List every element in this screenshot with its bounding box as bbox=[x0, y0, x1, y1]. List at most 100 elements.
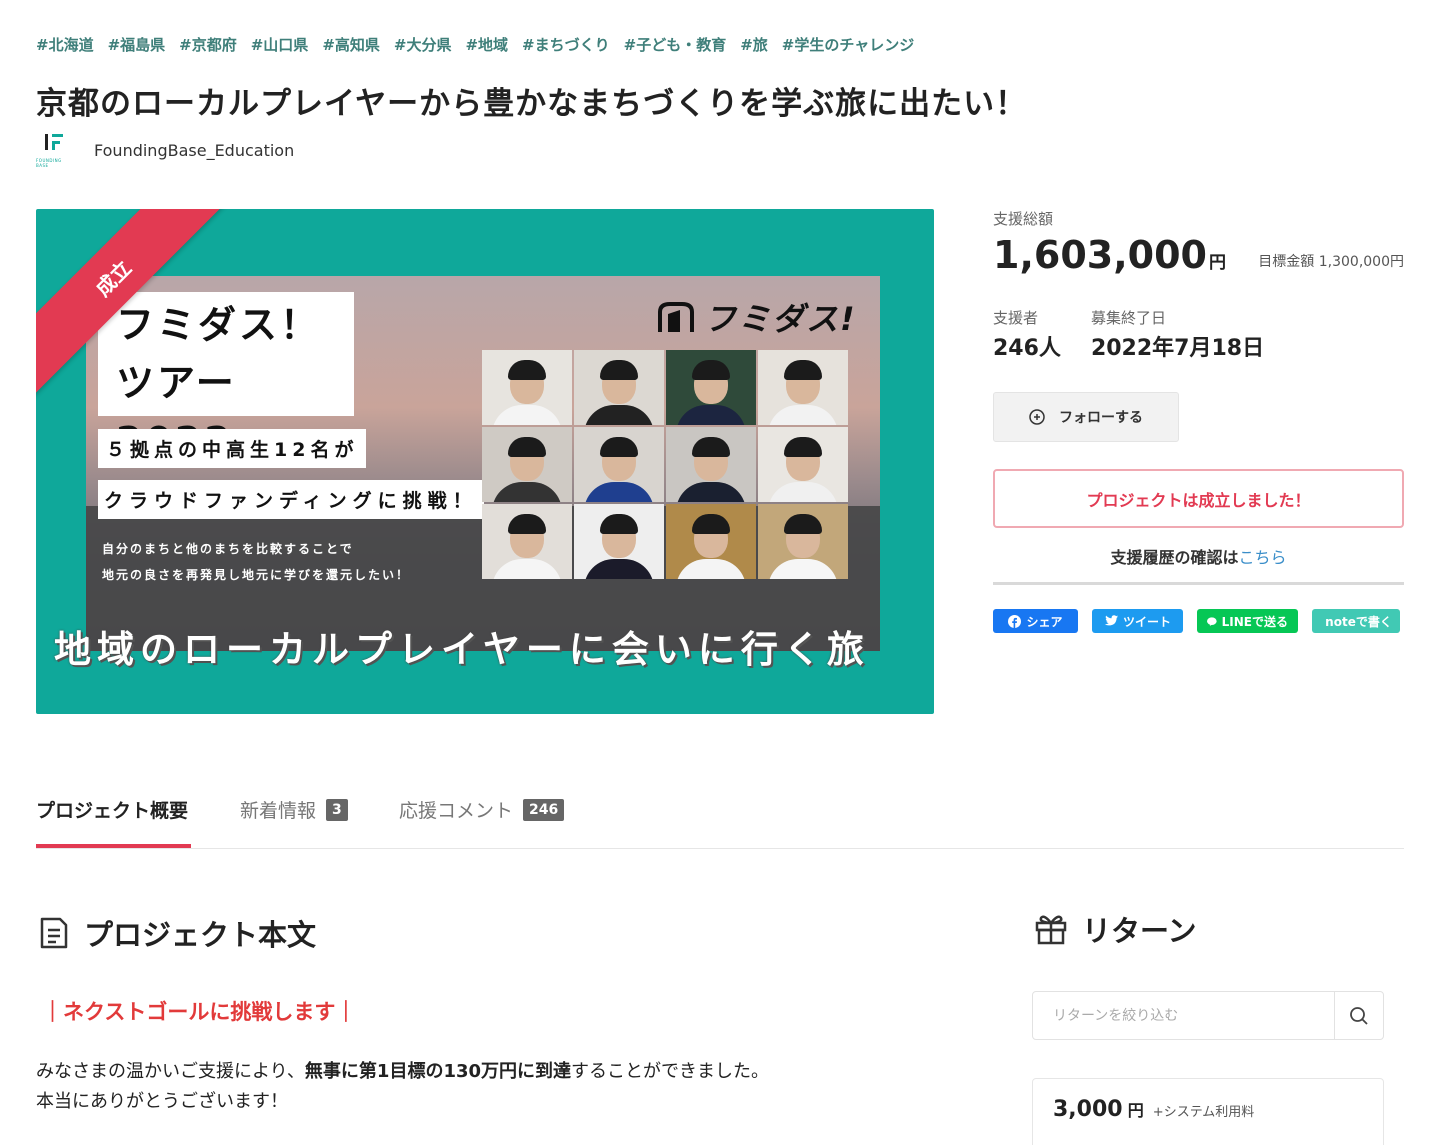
owner-info[interactable]: FOUNDING BASE FoundingBase_Education bbox=[36, 130, 294, 170]
student-photo bbox=[758, 350, 848, 425]
door-icon bbox=[658, 302, 694, 332]
student-photo bbox=[758, 427, 848, 502]
hero-sub-card-1: ５拠点の中高生12名が bbox=[98, 429, 367, 468]
hero-small-text-1: 自分のまちと他のまちを比較することで bbox=[102, 542, 354, 556]
student-photo bbox=[666, 504, 756, 579]
student-photo bbox=[482, 427, 572, 502]
plus-circle-icon bbox=[1029, 409, 1045, 425]
share-buttons: シェア ツイート LINEで送る noteで書く bbox=[993, 609, 1404, 633]
body-line1-post: することができました。 bbox=[571, 1061, 770, 1082]
tab-news-label: 新着情報 bbox=[240, 800, 317, 822]
supporters-label: 支援者 bbox=[993, 309, 1039, 327]
twitter-icon bbox=[1104, 615, 1118, 626]
project-main-image: 成立 フミダス！ ツアー2022 ５拠点の中高生12名が クラウドファンディング… bbox=[36, 209, 934, 714]
student-photo bbox=[666, 427, 756, 502]
tab-overview[interactable]: プロジェクト概要 bbox=[36, 796, 188, 823]
total-label: 支援総額 bbox=[993, 210, 1054, 228]
returns-search bbox=[1032, 991, 1384, 1040]
total-amount: 1,603,000 bbox=[993, 233, 1207, 277]
tab-news[interactable]: 新着情報 3 bbox=[240, 796, 348, 823]
owner-logo-icon bbox=[45, 134, 63, 150]
comments-count-badge: 246 bbox=[523, 798, 565, 821]
owner-logo[interactable]: FOUNDING BASE bbox=[36, 130, 72, 170]
owner-logo-text: FOUNDING BASE bbox=[36, 158, 62, 168]
facebook-share-button[interactable]: シェア bbox=[993, 609, 1078, 633]
project-stats-panel: 支援総額 1,603,000 円 目標金額 1,300,000円 支援者 246人… bbox=[993, 208, 1404, 633]
fumidasu-logo: フミダス! bbox=[656, 294, 857, 340]
goal-amount: 目標金額 1,300,000円 bbox=[1258, 254, 1404, 270]
history-link[interactable]: こちら bbox=[1239, 548, 1287, 567]
facebook-share-label: シェア bbox=[1026, 614, 1063, 629]
hero-tour-card: フミダス！ ツアー2022 bbox=[98, 292, 354, 463]
tag-link[interactable]: #学生のチャレンジ bbox=[782, 34, 914, 55]
hero-banner-text: 地域のローカルプレイヤーに会いに行く旅 bbox=[54, 628, 870, 671]
student-photo bbox=[758, 504, 848, 579]
student-photo bbox=[574, 427, 664, 502]
tag-link[interactable]: #子ども・教育 bbox=[624, 34, 727, 55]
project-tabs: プロジェクト概要 新着情報 3 応援コメント 246 bbox=[36, 780, 1404, 849]
project-title: 京都のローカルプレイヤーから豊かなまちづくりを学ぶ旅に出たい！ bbox=[36, 86, 1028, 122]
tab-overview-label: プロジェクト概要 bbox=[36, 800, 189, 822]
supporters-value: 246人 bbox=[993, 336, 1061, 361]
tag-list: #北海道 #福島県 #京都府 #山口県 #高知県 #大分県 #地域 #まちづくり… bbox=[36, 34, 914, 55]
twitter-share-button[interactable]: ツイート bbox=[1092, 609, 1183, 633]
line-icon bbox=[1207, 616, 1217, 626]
search-icon bbox=[1350, 1006, 1368, 1025]
note-share-label: noteで書く bbox=[1325, 614, 1392, 629]
student-photo bbox=[482, 350, 572, 425]
fumidasu-logo-text: フミダス! bbox=[704, 300, 857, 338]
tag-link[interactable]: #北海道 bbox=[36, 34, 94, 55]
returns-title: リターン bbox=[1082, 914, 1197, 948]
owner-name[interactable]: FoundingBase_Education bbox=[94, 141, 294, 160]
deadline-stat: 募集終了日 2022年7月18日 bbox=[1091, 307, 1264, 362]
student-photo bbox=[574, 504, 664, 579]
return-card[interactable]: 3,000 円 +システム利用料 bbox=[1032, 1078, 1384, 1145]
tab-comments[interactable]: 応援コメント 246 bbox=[399, 796, 565, 823]
tab-comments-label: 応援コメント bbox=[399, 800, 514, 822]
return-fee: +システム利用料 bbox=[1152, 1105, 1255, 1120]
gift-icon bbox=[1035, 915, 1067, 945]
document-icon bbox=[40, 917, 68, 949]
search-button[interactable] bbox=[1334, 992, 1383, 1039]
student-photo bbox=[666, 350, 756, 425]
returns-heading: リターン bbox=[1034, 908, 1197, 950]
note-share-button[interactable]: noteで書く bbox=[1312, 609, 1400, 633]
active-tab-indicator bbox=[36, 844, 191, 848]
hero-photo-area: フミダス！ ツアー2022 ５拠点の中高生12名が クラウドファンディングに挑戦… bbox=[86, 276, 880, 651]
hero-card-line1: フミダス！ bbox=[116, 303, 322, 347]
tag-link[interactable]: #高知県 bbox=[322, 34, 380, 55]
return-price: 3,000 bbox=[1053, 1097, 1123, 1122]
history-text: 支援履歴の確認は bbox=[1110, 548, 1239, 567]
deadline-value: 2022年7月18日 bbox=[1090, 336, 1265, 361]
hero-sub-card-2: クラウドファンディングに挑戦！ bbox=[98, 480, 484, 519]
body-line1-pre: みなさまの温かいご支援により、 bbox=[36, 1061, 305, 1082]
total-currency: 円 bbox=[1208, 253, 1226, 273]
project-body-text: みなさまの温かいご支援により、無事に第1目標の130万円に到達することができまし… bbox=[36, 1057, 769, 1117]
next-goal-heading: ｜ネクストゴールに挑戦します｜ bbox=[42, 1000, 357, 1024]
line-share-button[interactable]: LINEで送る bbox=[1197, 609, 1298, 633]
student-photo-grid bbox=[482, 350, 850, 582]
tag-link[interactable]: #旅 bbox=[740, 34, 768, 55]
project-body-title: プロジェクト本文 bbox=[84, 918, 317, 952]
tag-link[interactable]: #山口県 bbox=[251, 34, 309, 55]
follow-button[interactable]: フォローする bbox=[993, 392, 1179, 442]
line-share-label: LINEで送る bbox=[1221, 614, 1288, 629]
twitter-share-label: ツイート bbox=[1122, 614, 1171, 629]
supporters-stat: 支援者 246人 bbox=[993, 307, 1061, 362]
body-line2: 本当にありがとうございます！ bbox=[36, 1091, 288, 1112]
hero-small-text-2: 地元の良さを再発見し地元に学びを還元したい！ bbox=[102, 568, 411, 582]
student-photo bbox=[574, 350, 664, 425]
tag-link[interactable]: #まちづくり bbox=[522, 34, 610, 55]
returns-search-input[interactable] bbox=[1033, 992, 1334, 1039]
follow-label: フォローする bbox=[1059, 410, 1143, 426]
tag-link[interactable]: #地域 bbox=[465, 34, 508, 55]
success-message: プロジェクトは成立しました！ bbox=[993, 469, 1404, 528]
return-currency: 円 bbox=[1127, 1101, 1144, 1120]
tag-link[interactable]: #京都府 bbox=[179, 34, 237, 55]
facebook-icon bbox=[1008, 614, 1022, 628]
tag-link[interactable]: #福島県 bbox=[108, 34, 166, 55]
project-body-heading: プロジェクト本文 bbox=[38, 912, 316, 954]
student-photo bbox=[482, 504, 572, 579]
tag-link[interactable]: #大分県 bbox=[394, 34, 452, 55]
body-line1-bold: 無事に第1目標の130万円に到達 bbox=[304, 1061, 572, 1082]
